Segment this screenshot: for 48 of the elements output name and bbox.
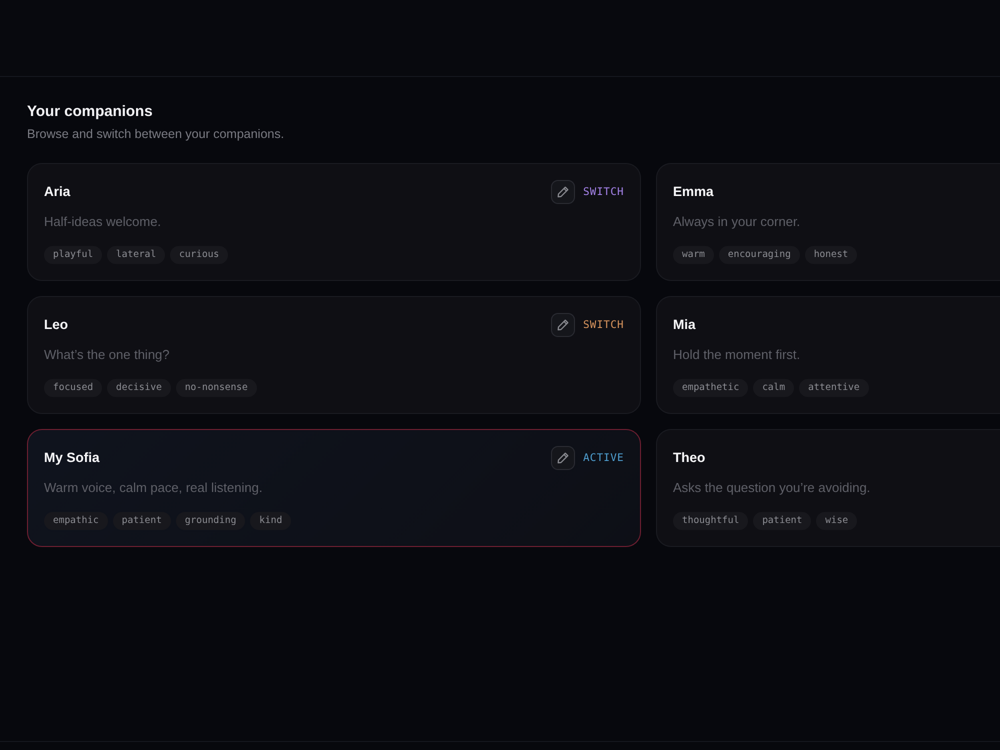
switch-button[interactable]: SWITCH: [583, 317, 624, 333]
companion-name: Leo: [44, 316, 68, 334]
edit-button[interactable]: [551, 313, 576, 337]
trait-tag: no-nonsense: [176, 379, 257, 397]
trait-tag: kind: [250, 512, 292, 530]
edit-button[interactable]: [551, 446, 576, 470]
companion-card[interactable]: My Sofia ACTIVE Warm voice, calm pace, real listening. empathic patient grounding kind: [27, 429, 641, 547]
companion-card[interactable]: Theo Asks the question you’re avoiding. thoughtful patient wise: [656, 429, 1000, 547]
companion-card[interactable]: Emma Always in your corner. warm encouraging honest: [656, 163, 1000, 281]
companion-tagline: Half-ideas welcome.: [44, 213, 162, 231]
trait-tag: thoughtful: [673, 512, 748, 530]
companion-tagline: Warm voice, calm pace, real listening.: [44, 479, 264, 497]
trait-tag: decisive: [107, 379, 171, 397]
companion-name: Aria: [44, 182, 70, 201]
companion-tagline: Asks the question you’re avoiding.: [673, 479, 872, 497]
pencil-icon: [557, 186, 570, 198]
trait-tag: focused: [44, 379, 102, 397]
trait-tag: grounding: [176, 512, 246, 530]
trait-tag: lateral: [107, 246, 166, 264]
companion-card[interactable]: Aria SWITCH Half-ideas welcome. playful lateral curious: [27, 163, 641, 281]
pencil-icon: [557, 452, 570, 464]
trait-tag: warm: [673, 246, 714, 264]
companion-name: Mia: [673, 316, 696, 334]
companion-card[interactable]: Mia Hold the moment first. empathetic calm attentive: [656, 296, 1000, 414]
trait-tag: empathic: [44, 512, 108, 530]
trait-tag: empathetic: [673, 379, 748, 397]
trait-tag: wise: [816, 512, 858, 530]
companion-tagline: Always in your corner.: [673, 213, 802, 231]
trait-tag: playful: [44, 246, 102, 264]
trait-tag: calm: [753, 379, 794, 397]
companion-tagline: What’s the one thing?: [44, 346, 171, 364]
trait-tag: attentive: [799, 379, 869, 397]
page-title: Your companions: [27, 102, 154, 122]
trait-tag: encouraging: [718, 246, 800, 264]
trait-tag: patient: [112, 512, 171, 530]
companion-name: My Sofia: [44, 448, 100, 467]
companion-name: Emma: [673, 182, 714, 201]
pencil-icon: [557, 319, 570, 331]
switch-button[interactable]: SWITCH: [583, 184, 624, 200]
companion-name: Theo: [673, 448, 706, 467]
edit-button[interactable]: [551, 180, 576, 204]
active-status-label: ACTIVE: [583, 451, 624, 466]
trait-tag: patient: [753, 512, 812, 530]
trait-tag: curious: [170, 246, 228, 264]
page-subtitle: Browse and switch between your companions.: [27, 126, 286, 143]
companion-tagline: Hold the moment first.: [673, 346, 802, 364]
companion-card[interactable]: Leo SWITCH What’s the one thing? focused decisive no-nonsense: [27, 296, 641, 414]
trait-tag: honest: [804, 246, 858, 264]
